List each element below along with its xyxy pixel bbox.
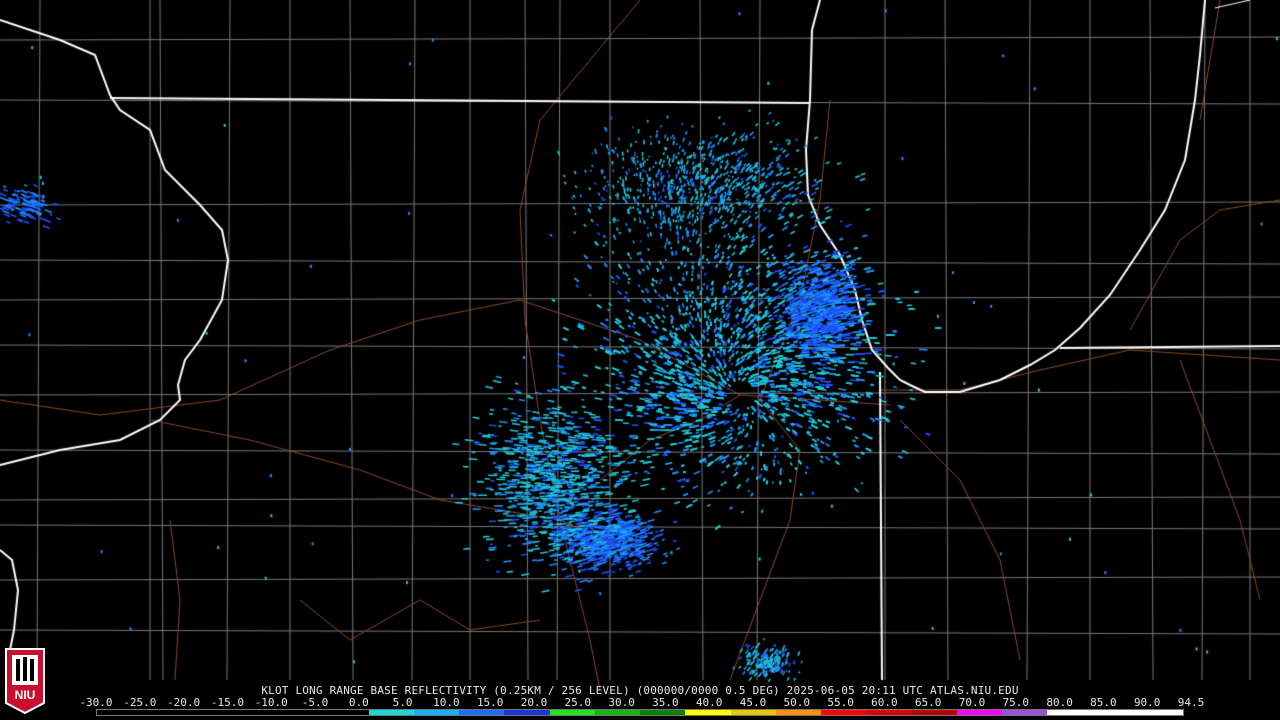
scale-label: -10.0 [254, 696, 288, 709]
scale-swatch [685, 710, 731, 715]
scale-label: 25.0 [564, 696, 592, 709]
scale-label: -25.0 [123, 696, 157, 709]
scale-swatch [413, 710, 459, 715]
scale-label: 65.0 [914, 696, 942, 709]
scale-label: 45.0 [739, 696, 767, 709]
scale-labels: -30.0 -25.0 -20.0 -15.0 -10.0 -5.0 0.0 5.0 10.0 1… [79, 696, 1204, 709]
scale-swatch [911, 710, 957, 715]
scale-label: 80.0 [1046, 696, 1073, 709]
scale-swatch [368, 710, 414, 715]
scale-swatch [1047, 710, 1093, 715]
scale-swatch [1002, 710, 1048, 715]
scale-swatch [821, 710, 867, 715]
scale-swatch [956, 710, 1002, 715]
scale-label: 35.0 [652, 696, 679, 709]
niu-logo-icon: NIU [5, 648, 45, 715]
reflectivity-color-scale [96, 709, 1184, 716]
scale-swatch [730, 710, 776, 715]
scale-label: 20.0 [520, 696, 548, 709]
scale-swatch [459, 710, 505, 715]
scale-label: 30.0 [608, 696, 635, 709]
scale-label: 10.0 [433, 696, 460, 709]
scale-label: 55.0 [827, 696, 854, 709]
scale-label: -20.0 [167, 696, 201, 709]
scale-label: 60.0 [871, 696, 898, 709]
scale-swatch [142, 710, 188, 715]
radar-map [0, 0, 1280, 720]
scale-label: 40.0 [695, 696, 723, 709]
scale-label: -30.0 [79, 696, 113, 709]
scale-swatch [1092, 710, 1138, 715]
scale-swatch [504, 710, 550, 715]
scale-swatch [323, 710, 369, 715]
scale-swatch [775, 710, 821, 715]
scale-label: -5.0 [301, 696, 329, 709]
scale-label: 70.0 [958, 696, 986, 709]
scale-swatch [640, 710, 686, 715]
scale-swatch [594, 710, 640, 715]
scale-swatch [232, 710, 278, 715]
scale-swatch [1137, 710, 1183, 715]
scale-label: 0.0 [348, 696, 369, 709]
scale-label: 5.0 [392, 696, 413, 709]
scale-label: 90.0 [1133, 696, 1161, 709]
scale-swatch [187, 710, 233, 715]
scale-label: 94.5 [1177, 696, 1205, 709]
scale-swatch [549, 710, 595, 715]
logo-text: NIU [15, 688, 36, 702]
scale-label: 15.0 [476, 696, 504, 709]
scale-swatch [866, 710, 912, 715]
scale-label: 75.0 [1002, 696, 1030, 709]
scale-swatch [97, 710, 143, 715]
scale-label: -15.0 [210, 696, 244, 709]
scale-label: 50.0 [783, 696, 811, 709]
scale-label: 85.0 [1090, 696, 1117, 709]
scale-swatch [278, 710, 324, 715]
